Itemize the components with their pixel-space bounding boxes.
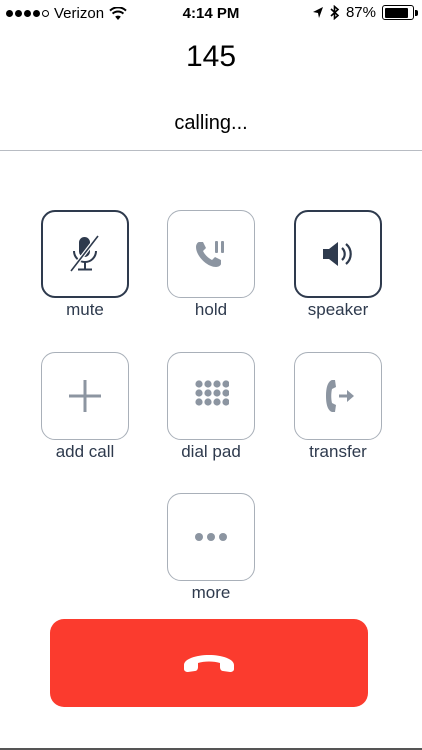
transfer-button-frame[interactable] (294, 352, 382, 440)
phone-transfer-icon (326, 380, 354, 412)
transfer-button[interactable]: transfer (294, 352, 382, 462)
hold-button-frame[interactable] (167, 210, 255, 298)
status-right: 87% (312, 4, 418, 21)
more-button[interactable]: more (167, 493, 255, 603)
more-label: more (191, 583, 231, 602)
hold-label: hold (194, 300, 228, 319)
add-call-button-frame[interactable] (41, 352, 129, 440)
speaker-button-frame[interactable] (294, 210, 382, 298)
divider (0, 150, 422, 151)
hang-up-phone-icon (184, 655, 234, 672)
mute-label: mute (66, 300, 104, 319)
add-call-label: add call (55, 442, 115, 461)
dial-pad-button[interactable]: dial pad (167, 352, 255, 462)
call-state: calling... (174, 112, 248, 134)
end-call-button[interactable] (50, 619, 368, 707)
battery-icon (382, 5, 418, 20)
dial-pad-button-frame[interactable] (167, 352, 255, 440)
keypad-icon (195, 380, 229, 406)
add-call-button[interactable]: add call (41, 352, 129, 462)
location-arrow-icon (312, 6, 323, 18)
phone-hold-icon (196, 241, 224, 267)
bluetooth-icon (330, 5, 340, 20)
battery-percent: 87% (345, 4, 376, 21)
speaker-button[interactable]: speaker (294, 210, 382, 320)
microphone-muted-icon (69, 234, 100, 273)
status-bar: Verizon 4:14 PM 87% (0, 0, 422, 28)
speaker-label: speaker (307, 300, 369, 319)
battery-fill (384, 7, 408, 18)
speaker-icon (323, 242, 352, 266)
mute-button[interactable]: mute (41, 210, 129, 320)
call-number: 145 (185, 40, 237, 73)
ellipsis-icon (195, 533, 227, 541)
transfer-label: transfer (309, 442, 367, 461)
hold-button[interactable]: hold (167, 210, 255, 320)
mute-button-frame[interactable] (41, 210, 129, 298)
more-button-frame[interactable] (167, 493, 255, 581)
dial-pad-label: dial pad (181, 442, 241, 461)
plus-icon (69, 380, 101, 412)
